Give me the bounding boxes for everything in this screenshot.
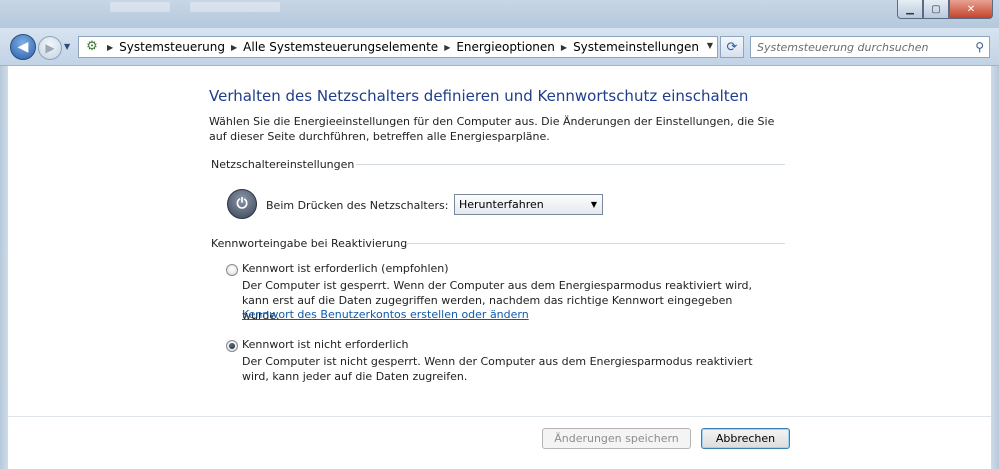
search-input[interactable] xyxy=(757,40,957,54)
password-not-required-label[interactable]: Kennwort ist nicht erforderlich xyxy=(242,338,409,351)
power-section-heading: Netzschaltereinstellungen xyxy=(211,158,355,171)
close-button[interactable]: ✕ xyxy=(949,0,993,19)
save-changes-button[interactable]: Änderungen speichern xyxy=(542,428,691,449)
address-dropdown-icon[interactable]: ▼ xyxy=(707,41,713,50)
password-required-label[interactable]: Kennwort ist erforderlich (empfohlen) xyxy=(242,262,449,275)
password-required-radio[interactable] xyxy=(226,264,238,276)
navigation-bar: ◀ ▶ ▼ ⚙ ▶ Systemsteuerung ▶ Alle Systems… xyxy=(0,28,999,66)
cancel-button[interactable]: Abbrechen xyxy=(701,428,790,449)
breadcrumb-energieoptionen[interactable]: Energieoptionen xyxy=(456,40,555,54)
breadcrumb-separator-icon[interactable]: ▶ xyxy=(561,43,567,52)
breadcrumb-separator-icon[interactable]: ▶ xyxy=(444,43,450,52)
breadcrumb-systemeinstellungen[interactable]: Systemeinstellungen xyxy=(573,40,699,54)
power-button-label: Beim Drücken des Netzschalters: xyxy=(266,199,449,212)
section-divider xyxy=(406,243,785,244)
forward-arrow-icon: ▶ xyxy=(45,41,55,55)
window-frame-right xyxy=(991,66,999,469)
refresh-icon: ⟳ xyxy=(726,39,738,55)
title-ghost xyxy=(190,2,280,12)
footer: Änderungen speichern Abbrechen xyxy=(8,417,991,469)
chevron-down-icon: ▼ xyxy=(64,42,71,51)
forward-button[interactable]: ▶ xyxy=(38,36,62,60)
search-icon[interactable]: ⚲ xyxy=(975,40,984,54)
power-action-value: Herunterfahren xyxy=(459,198,544,211)
refresh-button[interactable]: ⟳ xyxy=(720,36,744,58)
title-ghost xyxy=(110,2,170,12)
control-panel-icon: ⚙ xyxy=(86,39,98,54)
address-bar[interactable]: ⚙ ▶ Systemsteuerung ▶ Alle Systemsteueru… xyxy=(78,36,718,58)
main-content: Verhalten des Netzschalters definieren u… xyxy=(8,67,991,417)
power-action-select[interactable]: Herunterfahren ▼ xyxy=(454,194,603,215)
breadcrumb-separator-icon[interactable]: ▶ xyxy=(107,43,113,52)
password-section-heading: Kennworteingabe bei Reaktivierung xyxy=(211,237,408,250)
page-title: Verhalten des Netzschalters definieren u… xyxy=(209,87,749,105)
chevron-down-icon: ▼ xyxy=(590,200,597,209)
recent-pages-button[interactable]: ▼ xyxy=(64,42,70,51)
title-bar: ▁ ▢ ✕ xyxy=(0,0,999,28)
breadcrumb-alle-elemente[interactable]: Alle Systemsteuerungselemente xyxy=(243,40,438,54)
close-icon: ✕ xyxy=(966,3,976,15)
breadcrumb-systemsteuerung[interactable]: Systemsteuerung xyxy=(119,40,225,54)
maximize-icon: ▢ xyxy=(931,3,941,15)
password-not-required-radio[interactable] xyxy=(226,340,238,352)
back-arrow-icon: ◀ xyxy=(17,39,29,55)
user-account-password-link[interactable]: Kennwort des Benutzerkontos erstellen od… xyxy=(242,308,529,321)
window-controls: ▁ ▢ ✕ xyxy=(897,0,993,19)
section-divider xyxy=(356,164,785,165)
window-frame-left xyxy=(0,66,8,469)
password-not-required-description: Der Computer ist nicht gesperrt. Wenn de… xyxy=(242,355,753,383)
page-intro: Wählen Sie die Energieeinstellungen für … xyxy=(209,115,775,143)
back-button[interactable]: ◀ xyxy=(10,34,36,60)
maximize-button[interactable]: ▢ xyxy=(923,0,949,19)
power-icon: ⏻ xyxy=(227,189,257,219)
search-box[interactable]: ⚲ xyxy=(750,36,990,58)
breadcrumb-separator-icon[interactable]: ▶ xyxy=(231,43,237,52)
minimize-icon: ▁ xyxy=(906,3,914,15)
minimize-button[interactable]: ▁ xyxy=(897,0,923,19)
